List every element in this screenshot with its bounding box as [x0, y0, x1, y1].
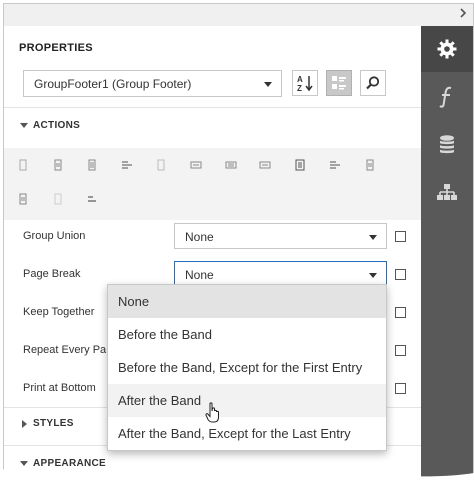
category-actions-label: ACTIONS: [33, 120, 81, 131]
action-icon-11[interactable]: [363, 158, 377, 172]
categorized-view-button[interactable]: [326, 70, 352, 96]
category-actions[interactable]: ACTIONS: [4, 112, 421, 142]
dropdown-option-after-the-band-except-last[interactable]: After the Band, Except for the Last Entr…: [108, 417, 386, 450]
action-icon-1[interactable]: [16, 158, 30, 172]
collapsed-arrow-icon: [22, 420, 27, 428]
hand-cursor-icon: [205, 402, 219, 423]
svg-text:A: A: [297, 75, 303, 84]
sidebar: [421, 26, 473, 482]
divider: [4, 107, 421, 108]
prop-label-group-union: Group Union: [23, 230, 86, 242]
action-icon-8[interactable]: [258, 158, 272, 172]
group-union-checkbox[interactable]: [395, 231, 406, 242]
page-break-checkbox[interactable]: [395, 269, 406, 280]
action-icon-2[interactable]: [51, 158, 65, 172]
search-icon: [366, 76, 380, 90]
tab-properties[interactable]: [421, 26, 473, 72]
dropdown-option-after-the-band[interactable]: After the Band: [108, 384, 386, 417]
prop-label-keep-together: Keep Together: [23, 306, 95, 318]
action-icon-3[interactable]: [85, 158, 99, 172]
function-icon: [439, 86, 452, 108]
page-break-dropdown-list: None Before the Band Before the Band, Ex…: [107, 284, 387, 451]
action-icon-4[interactable]: [120, 158, 134, 172]
title-strip: [4, 4, 473, 27]
print-at-bottom-checkbox[interactable]: [395, 383, 406, 394]
chevron-right-icon: [460, 8, 467, 18]
prop-label-print-at-bottom: Print at Bottom: [23, 382, 96, 394]
svg-text:Z: Z: [297, 84, 302, 92]
sort-alphabetical-button[interactable]: A Z: [292, 70, 318, 96]
chevron-down-icon: [369, 235, 377, 240]
torn-edge: [0, 469, 474, 489]
action-icon-12[interactable]: [16, 192, 30, 206]
panel-title: PROPERTIES: [19, 42, 93, 54]
component-selector-value: GroupFooter1 (Group Footer): [34, 77, 192, 91]
component-selector[interactable]: GroupFooter1 (Group Footer): [23, 70, 282, 97]
action-icon-13[interactable]: [51, 192, 65, 206]
prop-label-repeat-every-page: Repeat Every Pa: [23, 344, 107, 356]
tab-data-source[interactable]: [421, 122, 473, 168]
categorized-view-icon: [332, 76, 346, 90]
hierarchy-icon: [437, 184, 457, 200]
action-icon-10[interactable]: [328, 158, 342, 172]
dropdown-option-none[interactable]: None: [108, 285, 386, 318]
sort-alphabetical-icon: A Z: [297, 75, 313, 92]
action-icon-14[interactable]: [85, 192, 99, 206]
prop-label-page-break: Page Break: [23, 268, 81, 280]
database-icon: [440, 135, 454, 154]
action-icon-7[interactable]: [224, 158, 238, 172]
action-icon-5[interactable]: [154, 158, 168, 172]
group-union-select[interactable]: None: [174, 223, 387, 249]
action-icon-6[interactable]: [189, 158, 203, 172]
dropdown-option-before-the-band[interactable]: Before the Band: [108, 318, 386, 351]
keep-together-checkbox[interactable]: [395, 307, 406, 318]
chevron-down-icon: [369, 273, 377, 278]
action-buttons-area: [4, 148, 421, 220]
tab-expressions[interactable]: [421, 74, 473, 120]
chevron-down-icon: [264, 82, 272, 87]
tab-report-explorer[interactable]: [421, 170, 473, 216]
category-styles-label: STYLES: [33, 418, 74, 429]
gear-icon: [437, 39, 457, 59]
search-button[interactable]: [360, 70, 386, 96]
dropdown-option-before-the-band-except-first[interactable]: Before the Band, Except for the First En…: [108, 351, 386, 384]
group-union-value: None: [185, 230, 214, 244]
expanded-arrow-icon: [20, 123, 28, 128]
collapse-panel-button[interactable]: [455, 6, 471, 22]
repeat-every-page-checkbox[interactable]: [395, 345, 406, 356]
action-icon-9[interactable]: [293, 158, 307, 172]
